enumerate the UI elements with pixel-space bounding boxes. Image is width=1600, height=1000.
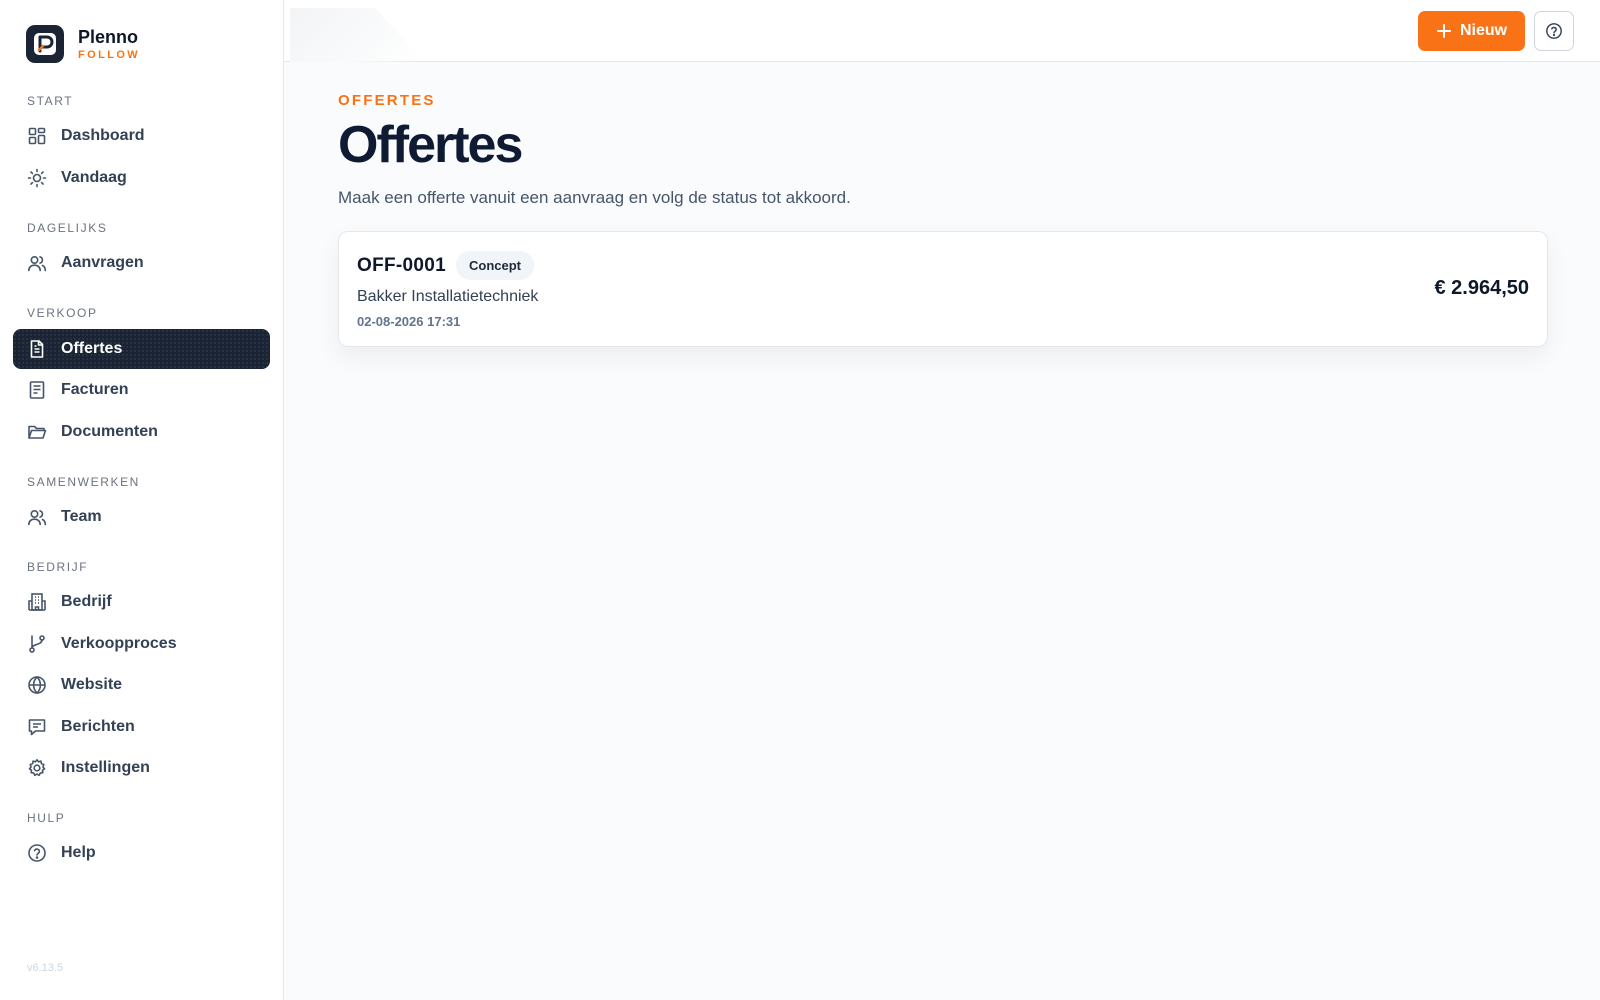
help-circle-icon (1546, 23, 1562, 39)
folder-icon (28, 425, 47, 439)
sidebar-item-aanvragen[interactable]: Aanvragen (13, 243, 270, 283)
sidebar-item-label: Documenten (61, 423, 158, 440)
sidebar-item-team[interactable]: Team (13, 497, 270, 537)
plenno-logo-icon (26, 25, 64, 63)
sidebar-item-vandaag[interactable]: Vandaag (13, 158, 270, 198)
message-icon (28, 719, 46, 736)
brand[interactable]: Plenno FOLLOW (26, 25, 140, 63)
sidebar-item-label: Aanvragen (61, 254, 144, 271)
quote-amount: € 2.964,50 (1434, 277, 1529, 300)
globe-icon (28, 675, 46, 695)
sidebar-item-label: Verkoopproces (61, 635, 177, 652)
new-button[interactable]: Nieuw (1418, 11, 1525, 51)
sidebar-item-berichten[interactable]: Berichten (13, 707, 270, 747)
app-version: v6.13.5 (27, 962, 64, 974)
sidebar-item-help[interactable]: Help (13, 833, 270, 873)
git-branch-icon (29, 635, 45, 653)
sidebar: Plenno FOLLOW START Dashboard Vandaag DA… (0, 0, 284, 1000)
help-button[interactable] (1534, 11, 1574, 51)
main-area: Nieuw OFFERTES Offertes Maak een offerte… (284, 0, 1600, 1000)
plus-icon (1436, 24, 1451, 38)
sidebar-item-label: Website (61, 676, 123, 693)
section-label-start: START (27, 94, 74, 108)
document-icon (30, 340, 44, 358)
sidebar-item-label: Team (61, 508, 102, 525)
brand-name: Plenno (78, 26, 139, 47)
sidebar-item-facturen[interactable]: Facturen (13, 370, 270, 410)
sidebar-item-label: Help (61, 844, 96, 861)
sidebar-item-verkoopproces[interactable]: Verkoopproces (13, 624, 270, 664)
sidebar-item-label: Dashboard (61, 127, 145, 144)
page-eyebrow: OFFERTES (338, 92, 436, 109)
users-icon (28, 509, 47, 526)
building-icon (28, 593, 46, 611)
sidebar-item-label: Offertes (61, 340, 123, 357)
page-title: Offertes (338, 116, 523, 174)
topbar: Nieuw (284, 0, 1600, 62)
sidebar-item-label: Vandaag (61, 169, 127, 186)
dashboard-icon (28, 127, 46, 145)
sidebar-item-offertes[interactable]: Offertes (13, 329, 270, 369)
brand-subtitle: FOLLOW (78, 48, 141, 61)
users-icon (28, 255, 47, 272)
quote-id: OFF-0001 (357, 254, 446, 276)
sidebar-item-label: Bedrijf (61, 593, 112, 610)
status-badge: Concept (456, 251, 534, 281)
section-label-dagelijks: DAGELIJKS (27, 221, 108, 235)
new-button-label: Nieuw (1459, 22, 1508, 39)
sidebar-item-dashboard[interactable]: Dashboard (13, 116, 270, 156)
help-circle-icon (28, 844, 46, 862)
sidebar-item-website[interactable]: Website (13, 665, 270, 705)
sidebar-item-label: Berichten (61, 718, 135, 735)
section-label-verkoop: VERKOOP (27, 306, 98, 320)
gear-icon (28, 759, 46, 777)
section-label-samenwerken: SAMENWERKEN (27, 475, 140, 489)
quote-card[interactable]: OFF-0001 Concept Bakker Installatietechn… (338, 231, 1548, 348)
sidebar-item-bedrijf[interactable]: Bedrijf (13, 582, 270, 622)
sidebar-item-instellingen[interactable]: Instellingen (13, 748, 270, 788)
page-subtitle: Maak een offerte vanuit een aanvraag en … (338, 188, 851, 208)
quote-date: 02-08-2026 17:31 (357, 314, 461, 330)
sidebar-item-label: Facturen (61, 381, 129, 398)
section-label-hulp: HULP (27, 811, 66, 825)
sun-icon (27, 168, 47, 188)
section-label-bedrijf: BEDRIJF (27, 560, 89, 574)
sidebar-item-label: Instellingen (61, 759, 150, 776)
sidebar-item-documenten[interactable]: Documenten (13, 412, 270, 452)
invoice-icon (29, 381, 45, 399)
page-content: OFFERTES Offertes Maak een offerte vanui… (338, 92, 1548, 348)
quote-client: Bakker Installatietechniek (357, 288, 539, 306)
topbar-decoration (290, 8, 420, 62)
